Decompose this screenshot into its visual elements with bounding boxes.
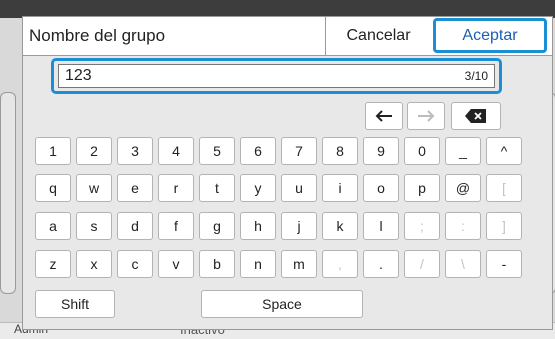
key[interactable]: : (445, 212, 481, 240)
key[interactable]: 8 (322, 137, 358, 165)
key[interactable]: d (117, 212, 153, 240)
group-name-input[interactable]: 123 3/10 (58, 64, 495, 88)
key[interactable]: . (363, 250, 399, 278)
key[interactable]: 9 (363, 137, 399, 165)
key[interactable]: b (199, 250, 235, 278)
key[interactable]: [ (486, 174, 522, 202)
key[interactable]: j (281, 212, 317, 240)
key[interactable]: 4 (158, 137, 194, 165)
key[interactable]: 1 (35, 137, 71, 165)
key[interactable]: c (117, 250, 153, 278)
key[interactable]: r (158, 174, 194, 202)
group-name-dialog: Nombre del grupo Cancelar Aceptar 123 3/… (22, 16, 553, 330)
background-left-panel (0, 92, 16, 294)
key[interactable]: _ (445, 137, 481, 165)
key[interactable]: x (76, 250, 112, 278)
key[interactable]: a (35, 212, 71, 240)
dialog-title: Nombre del grupo (29, 26, 166, 45)
key[interactable]: m (281, 250, 317, 278)
cursor-left-key[interactable] (365, 102, 403, 130)
key[interactable]: w (76, 174, 112, 202)
group-name-value: 123 (65, 67, 92, 84)
key[interactable]: v (158, 250, 194, 278)
accept-button[interactable]: Aceptar (433, 18, 547, 53)
space-key[interactable]: Space (201, 290, 363, 318)
backspace-key[interactable] (451, 102, 501, 130)
key[interactable]: , (322, 250, 358, 278)
key[interactable]: i (322, 174, 358, 202)
group-name-field-focus: 123 3/10 (51, 58, 502, 94)
arrow-right-icon (418, 110, 435, 122)
key[interactable]: ; (404, 212, 440, 240)
key[interactable]: o (363, 174, 399, 202)
key[interactable]: @ (445, 174, 481, 202)
key[interactable]: e (117, 174, 153, 202)
key[interactable]: y (240, 174, 276, 202)
key[interactable]: t (199, 174, 235, 202)
key[interactable]: z (35, 250, 71, 278)
cancel-button[interactable]: Cancelar (325, 17, 431, 55)
key[interactable]: 7 (281, 137, 317, 165)
key[interactable]: h (240, 212, 276, 240)
key[interactable]: / (404, 250, 440, 278)
key[interactable]: - (486, 250, 522, 278)
key[interactable]: 6 (240, 137, 276, 165)
cursor-right-key[interactable] (407, 102, 445, 130)
key[interactable]: ] (486, 212, 522, 240)
shift-key[interactable]: Shift (35, 290, 115, 318)
key[interactable]: p (404, 174, 440, 202)
arrow-left-icon (375, 110, 392, 122)
key[interactable]: 0 (404, 137, 440, 165)
key[interactable]: ^ (486, 137, 522, 165)
key[interactable]: g (199, 212, 235, 240)
key[interactable]: \ (445, 250, 481, 278)
key[interactable]: k (322, 212, 358, 240)
character-counter: 3/10 (464, 69, 488, 83)
key[interactable]: 3 (117, 137, 153, 165)
backspace-icon (465, 109, 486, 123)
key[interactable]: n (240, 250, 276, 278)
dialog-titlebar: Nombre del grupo Cancelar Aceptar (23, 17, 552, 56)
key[interactable]: s (76, 212, 112, 240)
key[interactable]: 5 (199, 137, 235, 165)
key[interactable]: l (363, 212, 399, 240)
key[interactable]: 2 (76, 137, 112, 165)
key[interactable]: q (35, 174, 71, 202)
key[interactable]: u (281, 174, 317, 202)
key[interactable]: f (158, 212, 194, 240)
